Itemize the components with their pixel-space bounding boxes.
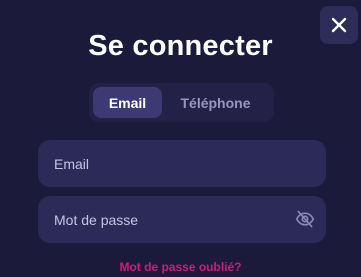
- email-field[interactable]: [54, 155, 284, 172]
- tab-telephone[interactable]: Téléphone: [162, 87, 269, 118]
- tab-email[interactable]: Email: [93, 87, 162, 118]
- page-title: Se connecter: [88, 30, 273, 62]
- forgot-password-link[interactable]: Mot de passe oublié?: [0, 260, 361, 274]
- login-method-tabs: Email Téléphone: [89, 83, 274, 122]
- email-field-container: [38, 140, 326, 187]
- password-field[interactable]: [54, 211, 284, 228]
- password-field-container: [38, 196, 326, 243]
- eye-off-icon: [295, 210, 315, 228]
- login-modal: Se connecter Email Téléphone Mot de pass…: [0, 0, 361, 277]
- toggle-password-visibility-button[interactable]: [294, 208, 316, 230]
